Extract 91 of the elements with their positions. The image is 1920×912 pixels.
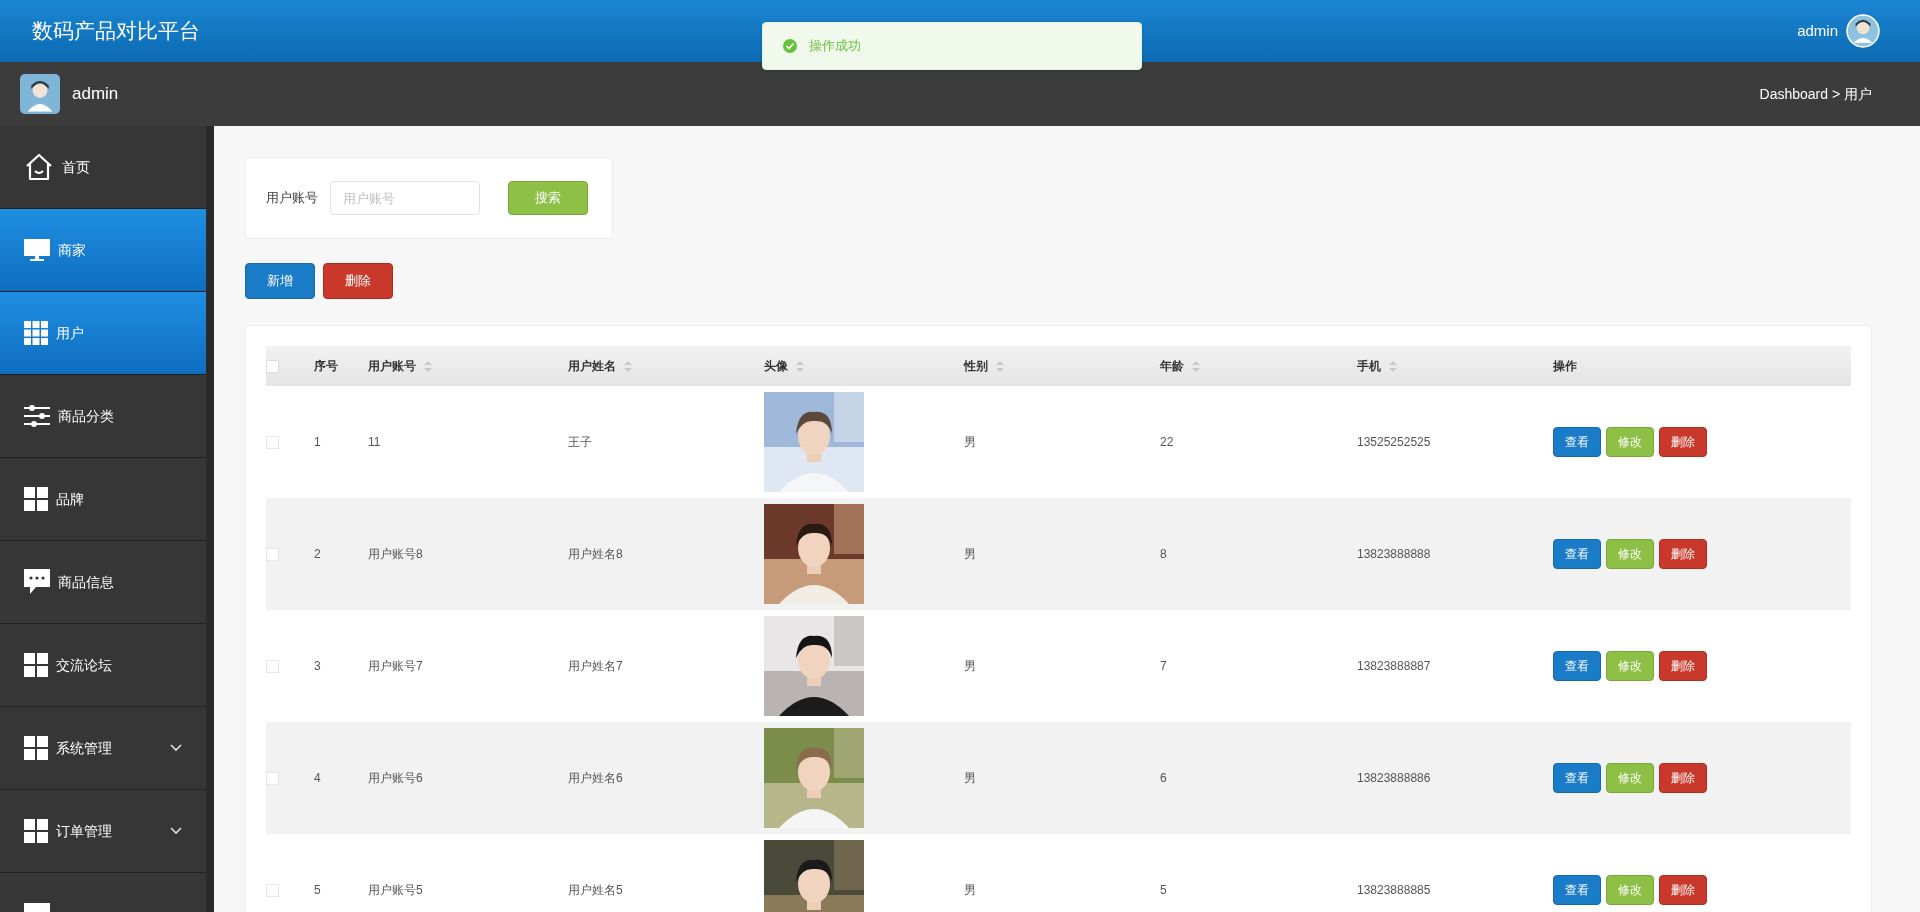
row-action-button[interactable]: 删除 — [1659, 763, 1707, 793]
table-cell-text: 用户姓名7 — [567, 658, 623, 675]
row-action-button[interactable]: 删除 — [1659, 651, 1707, 681]
table-cell-text: 男 — [963, 770, 976, 787]
table-cell-text: 用户账号5 — [367, 882, 423, 899]
table-cell-text: 2 — [313, 546, 321, 563]
table-cell-text: 4 — [313, 770, 321, 787]
sidebar-item[interactable]: 用户 — [0, 292, 206, 375]
table-cell-text: 用户姓名8 — [567, 546, 623, 563]
row-checkbox[interactable] — [266, 659, 279, 673]
monitor-icon — [24, 238, 50, 262]
sort-icon[interactable] — [624, 360, 632, 372]
grid-icon — [24, 736, 48, 760]
table-cell-text: 王子 — [567, 434, 592, 451]
column-label: 用户账号 — [368, 358, 416, 375]
table-cell-text: 13823888886 — [1356, 770, 1431, 787]
sort-icon[interactable] — [1389, 360, 1397, 372]
app-title: 数码产品对比平台 — [32, 18, 200, 45]
table-cell-text: 7 — [1159, 658, 1167, 675]
grid-icon — [24, 819, 48, 843]
table-cell-text: 用户账号8 — [367, 546, 423, 563]
row-action-button[interactable]: 删除 — [1659, 539, 1707, 569]
table-cell-text: 13823888887 — [1356, 658, 1431, 675]
chevron-down-icon — [170, 744, 182, 752]
row-action-button[interactable]: 查看 — [1553, 539, 1601, 569]
search-label: 用户账号 — [266, 189, 318, 208]
row-action-button[interactable]: 删除 — [1659, 875, 1707, 905]
row-action-button[interactable]: 删除 — [1659, 427, 1707, 457]
table-cell-text: 男 — [963, 658, 976, 675]
search-field[interactable]: 用户账号 — [330, 181, 480, 215]
table-cell-text: 11 — [367, 434, 381, 451]
table-cell-text: 用户账号6 — [367, 770, 423, 787]
row-action-button[interactable]: 查看 — [1553, 763, 1601, 793]
column-header[interactable]: 手机 — [1349, 346, 1545, 386]
table-cell-text: 3 — [313, 658, 321, 675]
row-checkbox[interactable] — [266, 547, 279, 561]
grid-icon — [24, 487, 48, 511]
avatar-icon — [20, 74, 60, 114]
sliders-icon — [24, 404, 50, 428]
table-cell-text: 5 — [313, 882, 321, 899]
grid-icon — [24, 321, 48, 345]
row-checkbox[interactable] — [266, 771, 279, 785]
table-cell-text: 8 — [1159, 546, 1167, 563]
sort-icon[interactable] — [424, 360, 432, 372]
table-cell-text: 男 — [963, 546, 976, 563]
table-cell-text: 22 — [1159, 434, 1174, 451]
column-header: 序号 — [314, 359, 338, 373]
table-cell-text: 5 — [1159, 882, 1167, 899]
row-checkbox[interactable] — [266, 435, 279, 449]
sort-icon[interactable] — [796, 360, 804, 372]
avatar-icon[interactable] — [1846, 14, 1880, 48]
select-all-checkbox[interactable] — [266, 359, 279, 373]
column-header[interactable]: 用户账号 — [360, 346, 560, 386]
column-label: 年龄 — [1160, 358, 1184, 375]
table-cell-text: 13823888885 — [1356, 882, 1431, 899]
column-header: 操作 — [1553, 359, 1577, 373]
user-name[interactable]: admin — [1797, 19, 1838, 43]
sort-icon[interactable] — [1192, 360, 1200, 372]
success-icon — [783, 39, 797, 53]
table-cell-text: 1 — [313, 434, 321, 451]
table-cell-text: 13823888888 — [1356, 546, 1431, 563]
column-label: 头像 — [764, 358, 788, 375]
row-action-button[interactable]: 查看 — [1553, 875, 1601, 905]
column-label: 性别 — [964, 358, 988, 375]
column-header[interactable]: 头像 — [756, 346, 956, 386]
sort-icon[interactable] — [996, 360, 1004, 372]
row-action-button[interactable]: 查看 — [1553, 651, 1601, 681]
column-header[interactable]: 年龄 — [1152, 346, 1349, 386]
action-button[interactable]: 删除 — [323, 263, 393, 299]
toast-message: 操作成功 — [809, 37, 861, 56]
table-cell-text: 用户姓名5 — [567, 882, 623, 899]
column-header[interactable]: 性别 — [956, 346, 1152, 386]
sidebar-item[interactable]: 商家 — [0, 209, 206, 292]
chevron-down-icon — [170, 827, 182, 835]
row-action-button[interactable]: 查看 — [1553, 427, 1601, 457]
table-cell-text: 6 — [1159, 770, 1167, 787]
user-name: admin — [72, 83, 119, 106]
table-cell-text: 男 — [963, 882, 976, 899]
breadcrumb: Dashboard > 用户 — [1759, 84, 1872, 104]
chat-icon — [24, 569, 50, 595]
column-header[interactable]: 用户姓名 — [560, 346, 756, 386]
column-label: 手机 — [1357, 358, 1381, 375]
action-button[interactable]: 新增 — [245, 263, 315, 299]
column-label: 用户姓名 — [568, 358, 616, 375]
table-cell-text: 13525252525 — [1356, 434, 1431, 451]
table-cell-text: 用户账号7 — [367, 658, 423, 675]
table-cell-text: 用户姓名6 — [567, 770, 623, 787]
row-checkbox[interactable] — [266, 883, 279, 897]
grid-icon — [24, 653, 48, 677]
home-icon — [24, 152, 54, 182]
table-cell-text: 男 — [963, 434, 976, 451]
